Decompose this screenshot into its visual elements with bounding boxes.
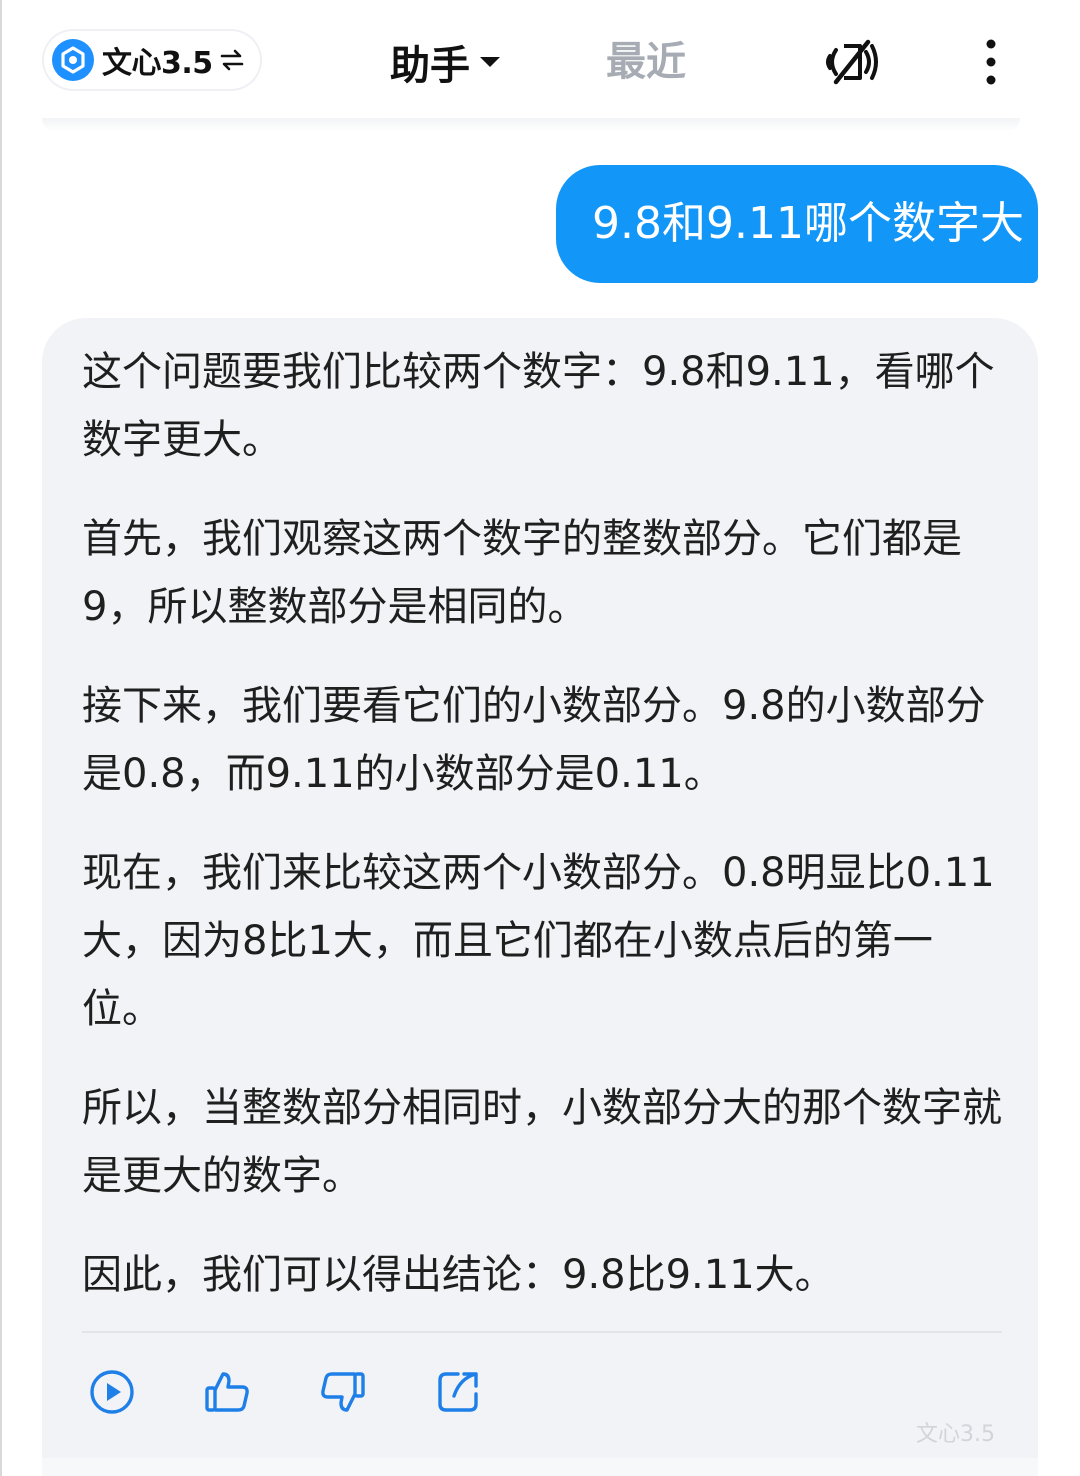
card-divider bbox=[82, 1331, 1002, 1333]
bottom-edge bbox=[42, 1458, 1038, 1476]
screen-edge bbox=[0, 0, 2, 1476]
play-icon[interactable] bbox=[88, 1368, 136, 1416]
model-watermark: 文心3.5 bbox=[916, 1422, 995, 1447]
assistant-paragraph: 因此，我们可以得出结论：9.8比9.11大。 bbox=[82, 1252, 835, 1298]
tab-assistant[interactable]: 助手 bbox=[390, 36, 500, 89]
share-icon[interactable] bbox=[434, 1368, 482, 1416]
more-vertical-icon[interactable] bbox=[976, 36, 1006, 88]
model-name: 文心3.5 bbox=[102, 46, 213, 81]
assistant-paragraph: 现在，我们来比较这两个小数部分。0.8明显比0.11大，因为8比1大，而且它们都… bbox=[82, 850, 995, 1032]
thumbs-down-icon[interactable] bbox=[318, 1368, 366, 1416]
header-divider bbox=[42, 118, 1020, 132]
model-logo-icon bbox=[52, 39, 94, 81]
assistant-paragraph: 这个问题要我们比较两个数字：9.8和9.11，看哪个数字更大。 bbox=[82, 349, 995, 463]
assistant-paragraph: 首先，我们观察这两个数字的整数部分。它们都是9，所以整数部分是相同的。 bbox=[82, 516, 962, 630]
assistant-paragraph: 接下来，我们要看它们的小数部分。9.8的小数部分是0.8，而9.11的小数部分是… bbox=[82, 683, 986, 797]
top-bar: 文心3.5 助手 最近 bbox=[0, 0, 1080, 122]
assistant-paragraph: 所以，当整数部分相同时，小数部分大的那个数字就是更大的数字。 bbox=[82, 1085, 1002, 1199]
model-selector[interactable]: 文心3.5 bbox=[44, 31, 260, 89]
tab-assistant-label: 助手 bbox=[390, 43, 470, 89]
assistant-message-text: 这个问题要我们比较两个数字：9.8和9.11，看哪个数字更大。 首先，我们观察这… bbox=[82, 338, 1002, 1340]
thumbs-up-icon[interactable] bbox=[204, 1368, 252, 1416]
tab-recent[interactable]: 最近 bbox=[606, 36, 686, 88]
caret-down-icon bbox=[480, 57, 500, 67]
voice-muted-icon[interactable] bbox=[822, 38, 880, 86]
user-message-bubble: 9.8和9.11哪个数字大 bbox=[556, 165, 1038, 283]
swap-icon bbox=[220, 49, 243, 71]
